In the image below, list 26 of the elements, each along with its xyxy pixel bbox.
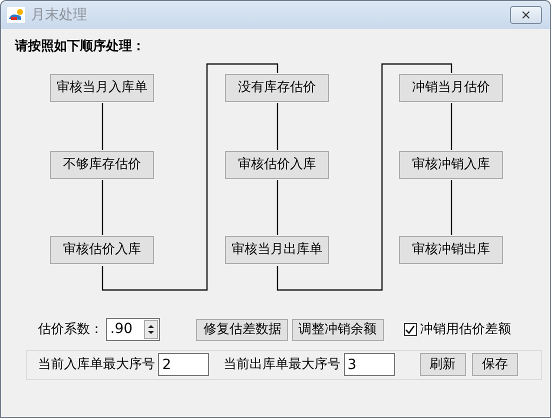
step-button[interactable]: 审核估价入库 [225,150,329,178]
step-button[interactable]: 审核估价入库 [50,236,154,264]
field-label: 当前出库单最大序号 [223,356,340,374]
panel-button[interactable]: 保存 [472,353,518,376]
close-button[interactable]: ⨯ [510,6,542,24]
coefficient-spinner[interactable]: .90 [106,318,160,341]
panel-button[interactable]: 刷新 [420,353,466,376]
checkbox[interactable] [404,323,416,336]
action-button[interactable]: 调整冲销余额 [292,318,384,340]
instruction-text: 请按照如下顺序处理： [15,38,146,56]
field-label: 当前入库单最大序号 [38,356,155,374]
sequence-field[interactable]: 2 [158,353,210,376]
action-button[interactable]: 修复估差数据 [196,318,288,340]
checkbox-label: 冲销用估价差额 [420,320,511,339]
step-button[interactable]: 审核冲销入库 [399,150,503,178]
sequence-field[interactable]: 3 [344,353,394,376]
step-button[interactable]: 审核当月出库单 [225,236,329,264]
step-button[interactable]: 审核冲销出库 [399,236,503,264]
step-button[interactable]: 不够库存估价 [50,150,154,178]
step-button[interactable]: 没有库存估价 [225,74,329,102]
spinner-arrows-icon [144,320,158,339]
window-title: 月末处理 [31,6,87,24]
app-icon [7,7,25,23]
coefficient-label: 估价系数： [38,320,103,339]
step-button[interactable]: 冲销当月估价 [399,74,503,102]
step-button[interactable]: 审核当月入库单 [50,74,154,102]
